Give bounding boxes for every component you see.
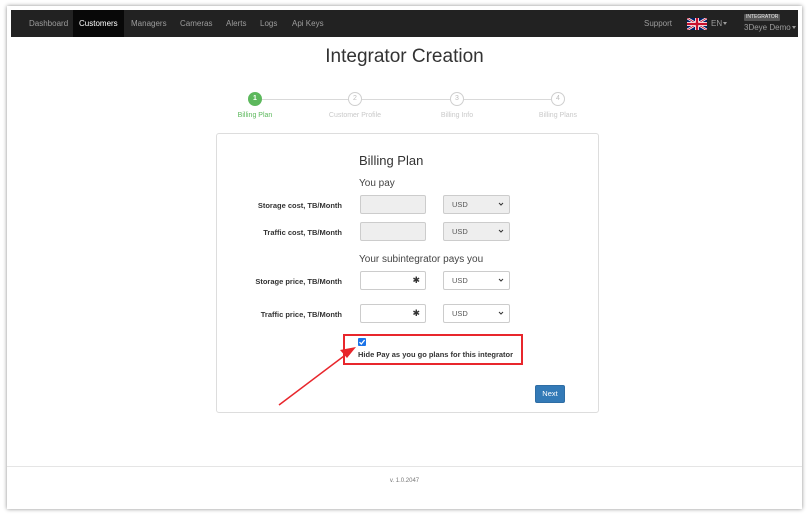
annotation-arrow-icon xyxy=(278,347,356,406)
browser-frame: Dashboard Customers Managers Cameras Ale… xyxy=(7,6,802,509)
version-label: v. 1.0.2047 xyxy=(389,478,420,484)
next-button[interactable]: Next xyxy=(535,385,565,403)
footer-divider xyxy=(7,466,802,467)
